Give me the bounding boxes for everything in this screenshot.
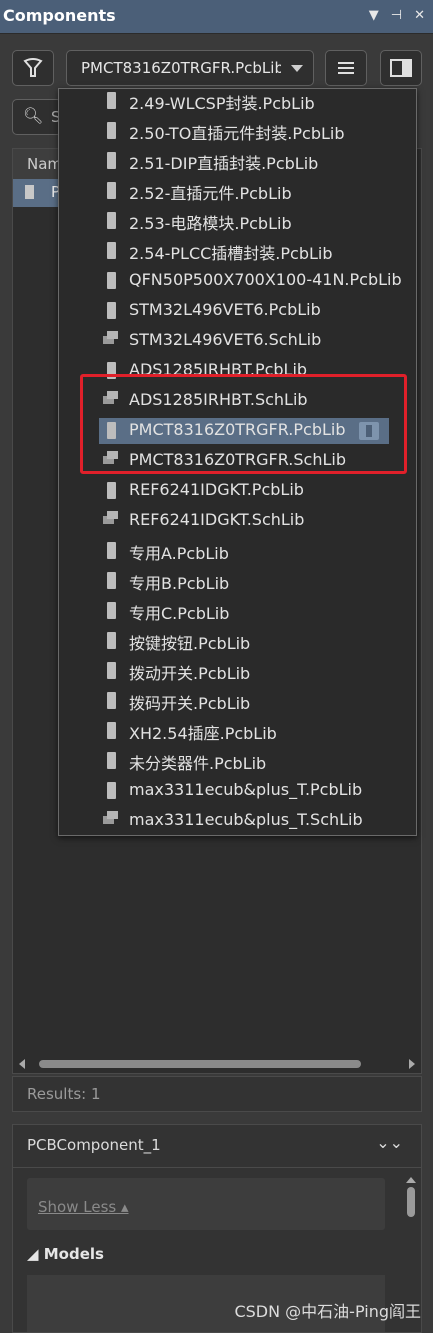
library-option-label: STM32L496VET6.SchLib bbox=[129, 330, 322, 349]
pcblib-icon bbox=[107, 782, 116, 799]
library-option[interactable]: 2.52-直插元件.PcbLib bbox=[59, 175, 416, 205]
filter-button[interactable] bbox=[12, 50, 54, 86]
library-option-label: STM32L496VET6.PcbLib bbox=[129, 300, 321, 319]
pcblib-icon bbox=[107, 302, 116, 319]
horizontal-scrollbar[interactable] bbox=[13, 1055, 421, 1073]
menu-icon bbox=[338, 62, 354, 74]
library-select-value: PMCT8316Z0TRGFR.PcbLib bbox=[81, 59, 281, 77]
pcblib-icon bbox=[107, 752, 116, 769]
library-option[interactable]: 拨动开关.PcbLib bbox=[59, 655, 416, 685]
library-option[interactable]: 按键按钮.PcbLib bbox=[59, 625, 416, 655]
results-count: Results: 1 bbox=[27, 1085, 101, 1103]
library-option-label: 专用C.PcbLib bbox=[129, 604, 230, 623]
watermark: CSDN @中石油-Ping阎王 bbox=[234, 1302, 421, 1321]
pcblib-icon bbox=[107, 212, 116, 229]
collapse-icon[interactable]: ⌄⌄ bbox=[376, 1133, 403, 1152]
library-option[interactable]: QFN50P500X700X100-41N.PcbLib bbox=[59, 265, 416, 295]
library-option-label: REF6241IDGKT.SchLib bbox=[129, 510, 305, 529]
library-option[interactable]: 2.50-TO直插元件封装.PcbLib bbox=[59, 115, 416, 145]
pcblib-icon bbox=[107, 572, 116, 589]
title-bar-controls: ▼ ⊣ ✕ bbox=[369, 6, 425, 26]
pcb-component-icon bbox=[25, 185, 34, 199]
library-option[interactable]: max3311ecub&plus_T.PcbLib bbox=[59, 775, 416, 805]
library-option-label: 2.51-DIP直插封装.PcbLib bbox=[129, 154, 319, 173]
library-option[interactable]: 拨码开关.PcbLib bbox=[59, 685, 416, 715]
pcblib-icon bbox=[107, 482, 116, 499]
library-option[interactable]: 2.53-电路模块.PcbLib bbox=[59, 205, 416, 235]
panel-icon bbox=[390, 59, 412, 77]
library-option[interactable]: 未分类器件.PcbLib bbox=[59, 745, 416, 775]
library-option[interactable]: 2.51-DIP直插封装.PcbLib bbox=[59, 145, 416, 175]
library-option[interactable]: STM32L496VET6.SchLib bbox=[59, 325, 416, 355]
panel-dropdown-icon[interactable]: ▼ bbox=[369, 6, 379, 26]
toolbar: PMCT8316Z0TRGFR.PcbLib bbox=[0, 44, 433, 90]
menu-button[interactable] bbox=[325, 50, 367, 86]
show-less-area: Show Less ▴ bbox=[27, 1178, 385, 1230]
pcblib-icon bbox=[107, 92, 116, 109]
search-box[interactable]: 🔍︎ S bbox=[12, 99, 62, 135]
scroll-right-icon[interactable] bbox=[409, 1059, 415, 1069]
library-option-label: 未分类器件.PcbLib bbox=[129, 754, 267, 773]
library-option[interactable]: REF6241IDGKT.SchLib bbox=[59, 505, 416, 535]
results-bar: Results: 1 bbox=[12, 1076, 422, 1112]
models-section-header[interactable]: ◢ Models bbox=[27, 1245, 104, 1263]
library-option-label: QFN50P500X700X100-41N.PcbLib bbox=[129, 270, 402, 289]
show-less-link[interactable]: Show Less ▴ bbox=[38, 1198, 129, 1216]
pcblib-icon bbox=[107, 692, 116, 709]
pcblib-icon bbox=[107, 272, 116, 289]
library-option[interactable]: 2.49-WLCSP封装.PcbLib bbox=[59, 89, 416, 115]
component-detail-title: PCBComponent_1 bbox=[27, 1136, 161, 1154]
scroll-up-icon[interactable] bbox=[406, 1177, 416, 1183]
highlight-annotation-box bbox=[80, 374, 407, 474]
scrollbar-thumb[interactable] bbox=[39, 1060, 361, 1068]
library-option[interactable]: STM32L496VET6.PcbLib bbox=[59, 295, 416, 325]
pcblib-icon bbox=[107, 632, 116, 649]
panel-toggle-button[interactable] bbox=[380, 50, 422, 86]
pcblib-icon bbox=[107, 122, 116, 139]
library-option-label: max3311ecub&plus_T.PcbLib bbox=[129, 780, 363, 799]
library-option-label: 专用B.PcbLib bbox=[129, 574, 230, 593]
pcblib-icon bbox=[107, 152, 116, 169]
pcblib-icon bbox=[107, 242, 116, 259]
library-option-label: 2.53-电路模块.PcbLib bbox=[129, 214, 292, 233]
scroll-left-icon[interactable] bbox=[19, 1059, 25, 1069]
close-icon[interactable]: ✕ bbox=[414, 6, 425, 26]
name-column-label: Nam bbox=[27, 155, 63, 173]
library-option[interactable]: XH2.54插座.PcbLib bbox=[59, 715, 416, 745]
library-option-label: max3311ecub&plus_T.SchLib bbox=[129, 810, 363, 829]
library-option[interactable]: max3311ecub&plus_T.SchLib bbox=[59, 805, 416, 835]
pin-panel-icon[interactable]: ⊣ bbox=[391, 6, 402, 26]
library-option-label: 2.49-WLCSP封装.PcbLib bbox=[129, 94, 315, 113]
library-option[interactable]: REF6241IDGKT.PcbLib bbox=[59, 475, 416, 505]
library-option-label: 拨码开关.PcbLib bbox=[129, 694, 251, 713]
library-option[interactable]: 专用B.PcbLib bbox=[59, 565, 416, 595]
dropdown-arrow-icon bbox=[291, 65, 303, 72]
library-option-label: 拨动开关.PcbLib bbox=[129, 664, 251, 683]
library-option-label: 2.50-TO直插元件封装.PcbLib bbox=[129, 124, 345, 143]
library-option[interactable]: 专用C.PcbLib bbox=[59, 595, 416, 625]
panel-title-bar: Components ▼ ⊣ ✕ bbox=[0, 0, 433, 34]
search-icon: 🔍︎ bbox=[23, 106, 44, 125]
library-option[interactable]: 2.54-PLCC插槽封装.PcbLib bbox=[59, 235, 416, 265]
panel-title: Components bbox=[3, 6, 116, 25]
library-option-label: REF6241IDGKT.PcbLib bbox=[129, 480, 304, 499]
pcblib-icon bbox=[107, 182, 116, 199]
library-option-label: XH2.54插座.PcbLib bbox=[129, 724, 277, 743]
filter-icon bbox=[23, 58, 43, 77]
pcblib-icon bbox=[107, 542, 116, 559]
divider bbox=[13, 1167, 421, 1168]
library-option-label: 专用A.PcbLib bbox=[129, 544, 229, 563]
library-option-label: 2.54-PLCC插槽封装.PcbLib bbox=[129, 244, 333, 263]
pcblib-icon bbox=[107, 662, 116, 679]
vertical-scrollbar-thumb[interactable] bbox=[407, 1187, 415, 1217]
pcblib-icon bbox=[107, 722, 116, 739]
library-select[interactable]: PMCT8316Z0TRGFR.PcbLib bbox=[66, 50, 314, 86]
library-option-label: 按键按钮.PcbLib bbox=[129, 634, 251, 653]
pcblib-icon bbox=[107, 602, 116, 619]
library-option-label: 2.52-直插元件.PcbLib bbox=[129, 184, 292, 203]
library-option[interactable]: 专用A.PcbLib bbox=[59, 535, 416, 565]
